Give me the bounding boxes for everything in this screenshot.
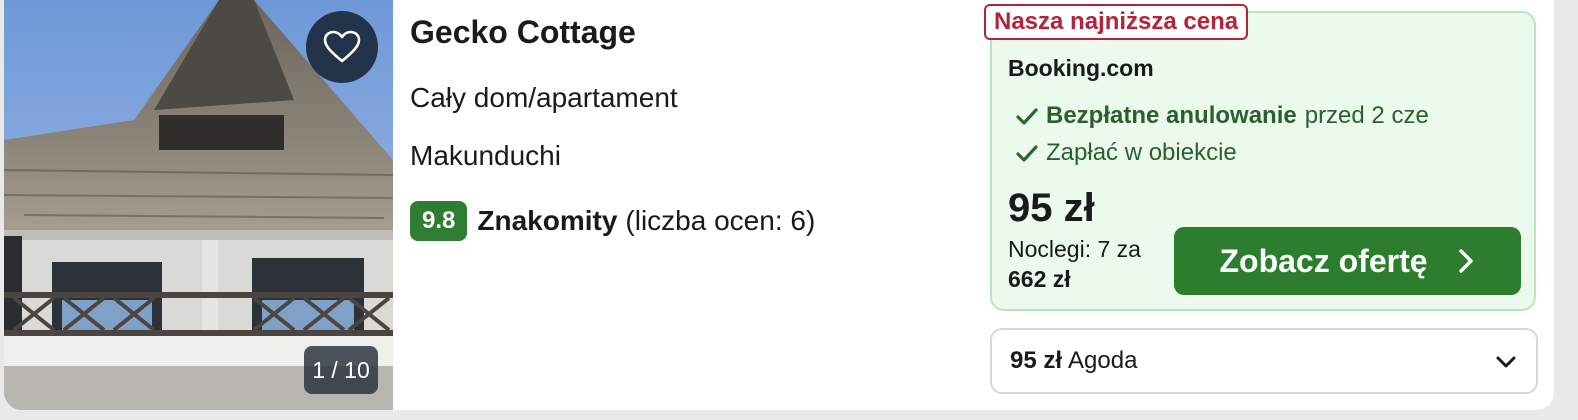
hotel-name[interactable]: Gecko Cottage <box>410 14 636 51</box>
nightly-price: 95 zł <box>1008 186 1095 230</box>
hotel-card[interactable]: 1 / 10 Gecko Cottage Cały dom/apartament… <box>4 0 1554 410</box>
feature-strong-text: Bezpłatne anulowanie <box>1046 102 1297 129</box>
check-icon <box>1016 108 1038 125</box>
photo-counter: 1 / 10 <box>304 346 378 394</box>
view-deal-label: Zobacz ofertę <box>1219 242 1428 279</box>
chevron-right-icon <box>1458 249 1473 273</box>
rating-count: (liczba ocen: 6) <box>625 205 816 236</box>
heart-outline-icon <box>323 30 361 63</box>
feature-free-cancellation: Bezpłatne anulowanie przed 2 cze <box>1016 102 1429 130</box>
property-type: Cały dom/apartament <box>410 82 678 113</box>
view-deal-button[interactable]: Zobacz ofertę <box>1174 227 1521 295</box>
feature-text: Zapłać w obiekcie <box>1046 139 1237 166</box>
nights-text: Noclegi: 7 za <box>1008 236 1141 262</box>
chevron-down-icon <box>1496 356 1516 368</box>
other-offer-provider: Agoda <box>1068 347 1138 374</box>
feature-text: przed 2 cze <box>1304 102 1429 129</box>
total-price: 662 zł <box>1008 266 1071 292</box>
favorite-button[interactable] <box>306 11 378 83</box>
hotel-photo[interactable]: 1 / 10 <box>4 0 393 410</box>
check-icon <box>1016 145 1038 162</box>
other-offer-price: 95 zł <box>1010 347 1063 374</box>
hotel-location[interactable]: Makunduchi <box>410 140 561 172</box>
rating-score-badge: 9.8 <box>410 201 468 241</box>
rating-label: Znakomity <box>477 205 618 236</box>
lowest-price-badge: Nasza najniższa cena <box>984 4 1249 40</box>
feature-pay-at-property: Zapłać w obiekcie <box>1016 139 1237 167</box>
rating-summary[interactable]: 9.8 Znakomity (liczba ocen: 6) <box>410 201 815 241</box>
other-offer-dropdown[interactable]: 95 zł Agoda <box>990 328 1538 394</box>
deal-provider: Booking.com <box>1008 55 1154 81</box>
